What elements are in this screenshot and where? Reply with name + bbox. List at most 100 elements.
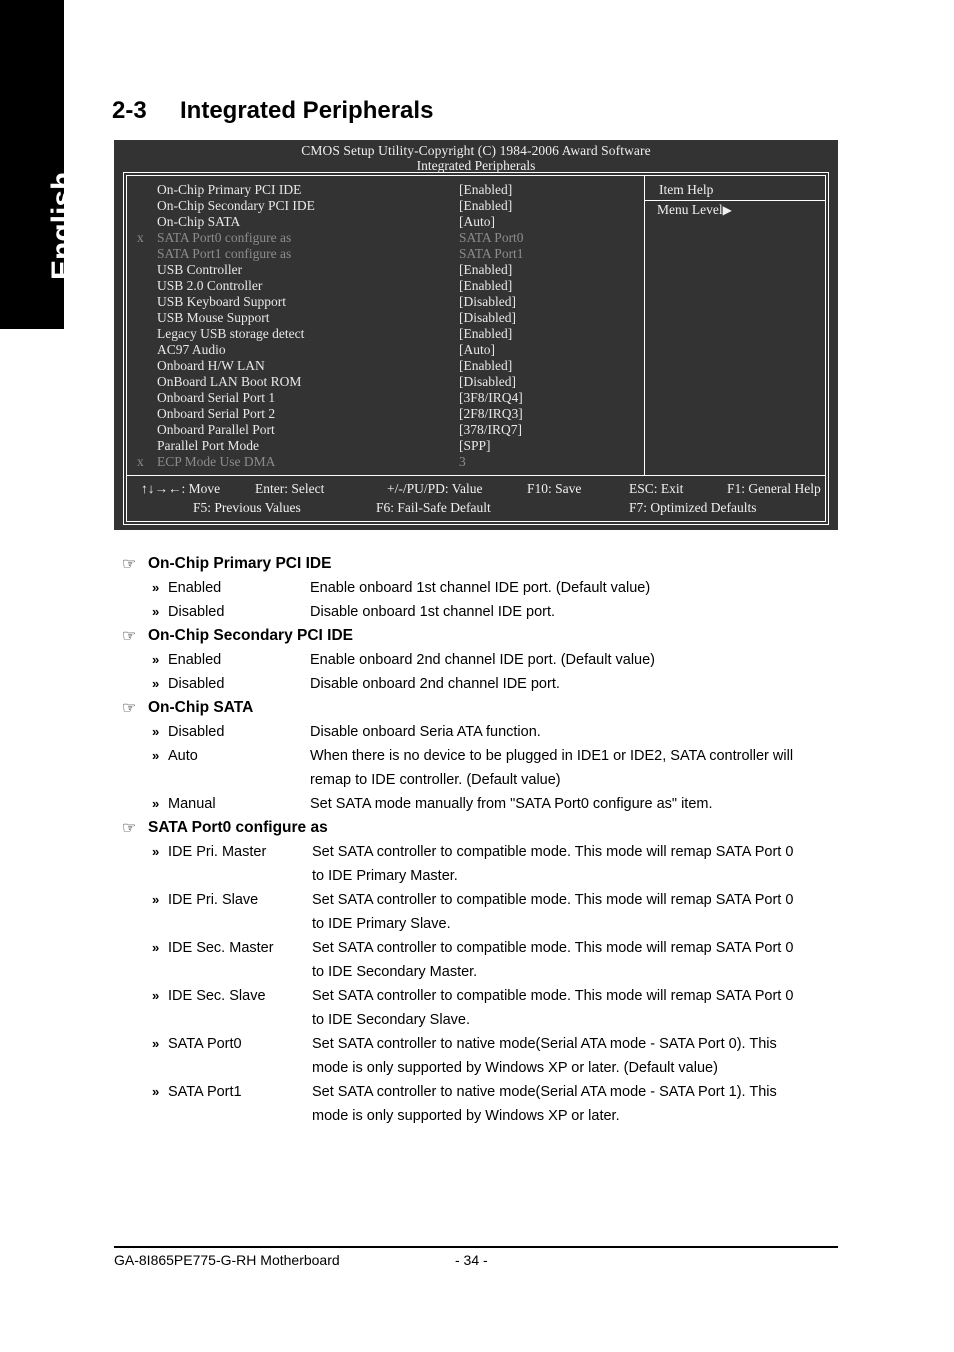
page-content: 2-3 Integrated Peripherals CMOS Setup Uti… — [0, 0, 954, 1352]
doc-section: ☞ On-Chip Secondary PCI IDE » Enabled En… — [0, 624, 954, 696]
bios-option-value[interactable]: [Enabled] — [459, 278, 638, 294]
bios-option-flag — [137, 214, 157, 230]
bios-option-row[interactable]: USB Mouse Support [Disabled] — [127, 310, 644, 326]
doc-section-title: On-Chip Secondary PCI IDE — [148, 627, 353, 644]
function-keys-row-1: ↑↓→←: Move Enter: Select +/-/PU/PD: Valu… — [127, 481, 825, 500]
bios-option-value[interactable]: [Auto] — [459, 342, 638, 358]
bios-option-flag — [137, 294, 157, 310]
key-f1-help: F1: General Help — [727, 481, 821, 496]
bios-option-row[interactable]: Onboard Serial Port 1 [3F8/IRQ4] — [127, 390, 644, 406]
bios-option-row[interactable]: AC97 Audio [Auto] — [127, 342, 644, 358]
key-f6-failsafe: F6: Fail-Safe Default — [376, 500, 491, 515]
doc-section-title: On-Chip SATA — [148, 699, 254, 716]
bios-option-value[interactable]: [2F8/IRQ3] — [459, 406, 638, 422]
bios-menu-title: Integrated Peripherals — [416, 158, 536, 173]
doc-option-name: Enabled — [168, 580, 222, 596]
doc-option-description: Disable onboard 1st channel IDE port. — [310, 600, 954, 624]
double-arrow-icon: » — [152, 892, 160, 907]
bios-setup-screen: CMOS Setup Utility-Copyright (C) 1984-20… — [114, 140, 838, 530]
double-arrow-icon: » — [152, 748, 160, 763]
chevron-right-icon: ▶ — [722, 203, 732, 217]
bios-option-value[interactable]: [Enabled] — [459, 198, 638, 214]
bios-option-value[interactable]: [Disabled] — [459, 374, 638, 390]
bios-option-label: Onboard Serial Port 2 — [157, 406, 276, 421]
doc-option-name: Auto — [168, 748, 198, 764]
desc-line: Set SATA mode manually from "SATA Port0 … — [310, 796, 713, 812]
bios-option-row[interactable]: Onboard H/W LAN [Enabled] — [127, 358, 644, 374]
bios-option-value[interactable]: [Enabled] — [459, 358, 638, 374]
bios-option-label: USB 2.0 Controller — [157, 278, 263, 293]
bios-option-row[interactable]: USB 2.0 Controller [Enabled] — [127, 278, 644, 294]
bios-option-value[interactable]: [3F8/IRQ4] — [459, 390, 638, 406]
bios-option-flag — [137, 342, 157, 358]
bios-option-flag: x — [137, 230, 144, 245]
bios-option-value[interactable]: [Disabled] — [459, 310, 638, 326]
desc-line: Enable onboard 2nd channel IDE port. (De… — [310, 652, 655, 668]
doc-section-heading: ☞ On-Chip SATA — [0, 696, 954, 720]
doc-section-heading: ☞ On-Chip Secondary PCI IDE — [0, 624, 954, 648]
bios-option-flag — [137, 390, 157, 406]
doc-option-row: » IDE Sec. Slave Set SATA controller to … — [0, 984, 954, 1032]
desc-line: to IDE Primary Slave. — [312, 916, 451, 932]
bios-option-value[interactable]: [Enabled] — [459, 326, 638, 342]
bios-option-row[interactable]: On-Chip Primary PCI IDE [Enabled] — [127, 182, 644, 198]
bios-option-label: SATA Port0 configure as — [157, 230, 292, 245]
bios-option-label: USB Controller — [157, 262, 243, 277]
bios-option-value: 3 — [459, 454, 466, 469]
doc-option-name: IDE Sec. Slave — [168, 988, 266, 1004]
bios-option-value[interactable]: [Enabled] — [459, 262, 638, 278]
bios-option-label: On-Chip Primary PCI IDE — [157, 182, 302, 197]
bios-option-row[interactable]: On-Chip SATA [Auto] — [127, 214, 644, 230]
bios-option-flag — [137, 262, 157, 278]
doc-option-description: Disable onboard Seria ATA function. — [310, 720, 954, 744]
key-esc-exit: ESC: Exit — [629, 481, 684, 496]
desc-line: to IDE Secondary Slave. — [312, 1012, 470, 1028]
bios-option-flag — [137, 246, 157, 262]
double-arrow-icon: » — [152, 580, 160, 595]
doc-option-name: Disabled — [168, 724, 225, 740]
pointing-hand-icon: ☞ — [122, 700, 137, 717]
bios-option-flag — [137, 198, 157, 214]
doc-section: ☞ On-Chip Primary PCI IDE » Enabled Enab… — [0, 552, 954, 624]
bios-option-value[interactable]: [Auto] — [459, 214, 638, 230]
bios-option-label: Onboard Parallel Port — [157, 422, 275, 437]
function-keys-row-2: F5: Previous Values F6: Fail-Safe Defaul… — [127, 500, 825, 519]
bios-option-row[interactable]: On-Chip Secondary PCI IDE [Enabled] — [127, 198, 644, 214]
bios-option-row[interactable]: USB Controller [Enabled] — [127, 262, 644, 278]
bios-option-value[interactable]: [Disabled] — [459, 294, 638, 310]
bios-option-row[interactable]: Onboard Parallel Port [378/IRQ7] — [127, 422, 644, 438]
doc-option-name: IDE Sec. Master — [168, 940, 274, 956]
doc-option-description: Disable onboard 2nd channel IDE port. — [310, 672, 954, 696]
bios-option-label: On-Chip SATA — [157, 214, 241, 229]
bios-option-flag — [137, 358, 157, 374]
bios-option-flag — [137, 310, 157, 326]
bios-option-flag — [137, 374, 157, 390]
item-help-panel: Item Help Menu Level▶ — [645, 176, 825, 475]
bios-option-value: SATA Port0 — [459, 230, 524, 245]
desc-line: When there is no device to be plugged in… — [310, 748, 794, 764]
pointing-hand-icon: ☞ — [122, 556, 137, 573]
doc-option-row: » Auto When there is no device to be plu… — [0, 744, 954, 792]
doc-option-description: Set SATA controller to compatible mode. … — [312, 936, 954, 984]
doc-section: ☞ SATA Port0 configure as » IDE Pri. Mas… — [0, 816, 954, 1128]
doc-option-row: » Enabled Enable onboard 1st channel IDE… — [0, 576, 954, 600]
bios-body: On-Chip Primary PCI IDE [Enabled] On-Chi… — [127, 176, 825, 475]
doc-section-heading: ☞ SATA Port0 configure as — [0, 816, 954, 840]
bios-option-value[interactable]: [Enabled] — [459, 182, 638, 198]
bios-copyright-title: CMOS Setup Utility-Copyright (C) 1984-20… — [301, 143, 651, 158]
bios-option-value[interactable]: [378/IRQ7] — [459, 422, 638, 438]
bios-option-value: SATA Port1 — [459, 246, 524, 261]
bios-option-row[interactable]: Legacy USB storage detect [Enabled] — [127, 326, 644, 342]
doc-option-row: » IDE Pri. Slave Set SATA controller to … — [0, 888, 954, 936]
bios-option-row[interactable]: Parallel Port Mode [SPP] — [127, 438, 644, 454]
double-arrow-icon: » — [152, 724, 160, 739]
footer-board-name: GA-8I865PE775-G-RH Motherboard — [114, 1252, 340, 1268]
bios-option-row[interactable]: USB Keyboard Support [Disabled] — [127, 294, 644, 310]
bios-option-row[interactable]: OnBoard LAN Boot ROM [Disabled] — [127, 374, 644, 390]
double-arrow-icon: » — [152, 844, 160, 859]
double-arrow-icon: » — [152, 652, 160, 667]
desc-line: Disable onboard 1st channel IDE port. — [310, 604, 556, 620]
bios-option-row[interactable]: Onboard Serial Port 2 [2F8/IRQ3] — [127, 406, 644, 422]
bios-option-label: SATA Port1 configure as — [157, 246, 292, 261]
bios-option-value[interactable]: [SPP] — [459, 438, 638, 454]
